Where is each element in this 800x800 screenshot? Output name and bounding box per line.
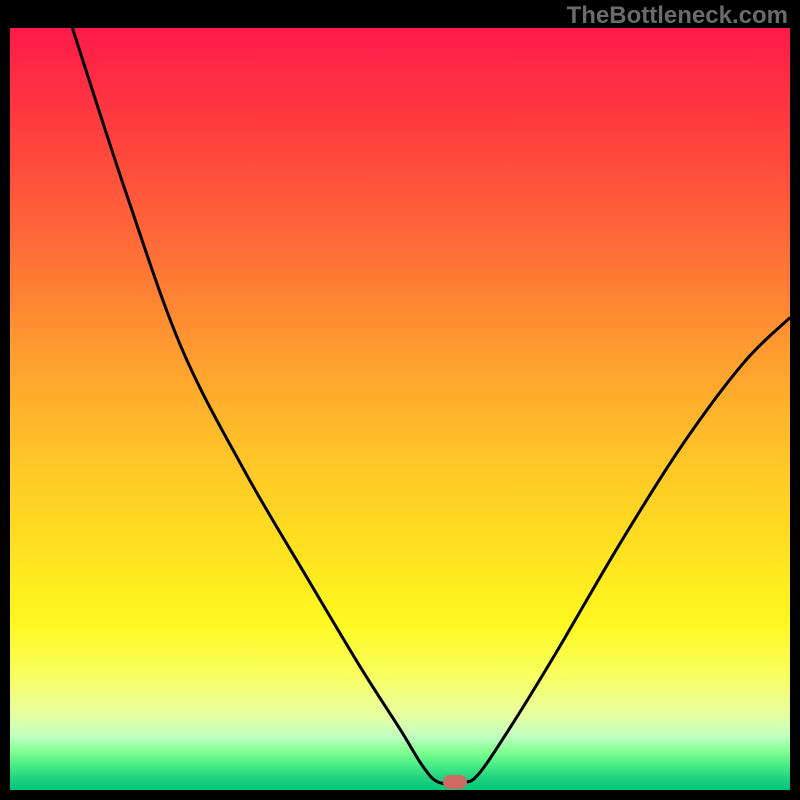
watermark-label: TheBottleneck.com — [567, 2, 788, 30]
chart-plot-area — [10, 28, 790, 790]
bottleneck-curve-path — [72, 28, 790, 784]
bottleneck-curve-svg — [10, 28, 790, 790]
optimal-point-marker — [443, 775, 467, 789]
